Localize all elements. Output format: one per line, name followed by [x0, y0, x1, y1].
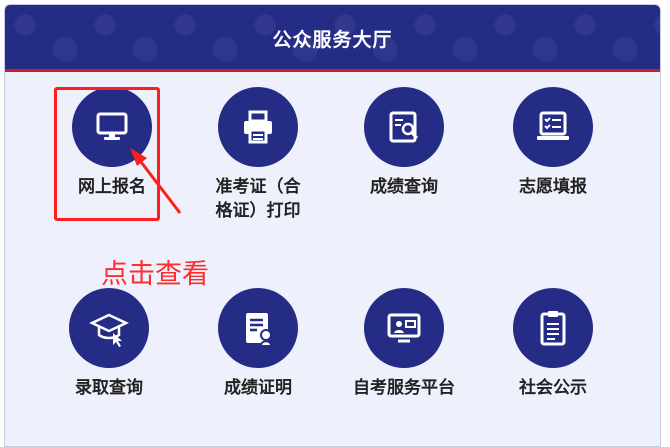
score-search-icon	[389, 111, 419, 143]
highlight-box	[54, 87, 160, 221]
graduation-cap-icon	[89, 313, 129, 347]
tile-admission-ticket-print-label: 准考证（合 格证）打印	[215, 177, 301, 221]
tile-score-certificate-circle[interactable]	[218, 288, 298, 368]
public-service-panel: 公众服务大厅 网上报名 准考证（合 格证）打印 成绩查询 志愿填报 录取查询 成…	[4, 4, 661, 447]
tile-application-fill[interactable]: 志愿填报	[493, 87, 613, 199]
tile-score-certificate[interactable]: 成绩证明	[198, 288, 318, 400]
printer-icon	[244, 110, 272, 144]
checklist-laptop-icon	[537, 111, 569, 140]
tile-admission-query-circle[interactable]	[69, 288, 149, 368]
tile-application-fill-label: 志愿填报	[519, 177, 587, 197]
tile-self-exam-platform[interactable]: 自考服务平台	[344, 288, 464, 400]
tile-public-notice-label: 社会公示	[519, 378, 587, 398]
annotation-note: 点击查看	[101, 259, 209, 290]
panel-title: 公众服务大厅	[272, 29, 393, 51]
tile-admission-ticket-print-circle[interactable]	[218, 87, 298, 167]
panel-header: 公众服务大厅	[5, 5, 660, 72]
certificate-icon	[246, 313, 272, 346]
tile-self-exam-platform-label: 自考服务平台	[353, 378, 455, 398]
tile-admission-query-label: 录取查询	[75, 378, 143, 398]
tile-self-exam-platform-circle[interactable]	[364, 288, 444, 368]
tile-admission-query[interactable]: 录取查询	[49, 288, 169, 400]
tile-application-fill-circle[interactable]	[513, 87, 593, 167]
tile-score-query-circle[interactable]	[364, 87, 444, 167]
video-screen-icon	[387, 313, 421, 343]
clipboard-icon	[540, 311, 566, 346]
tile-public-notice-circle[interactable]	[513, 288, 593, 368]
tile-score-query[interactable]: 成绩查询	[344, 87, 464, 199]
tile-score-query-label: 成绩查询	[370, 177, 438, 197]
tile-score-certificate-label: 成绩证明	[224, 378, 292, 398]
tile-admission-ticket-print[interactable]: 准考证（合 格证）打印	[198, 87, 318, 223]
tile-public-notice[interactable]: 社会公示	[493, 288, 613, 400]
